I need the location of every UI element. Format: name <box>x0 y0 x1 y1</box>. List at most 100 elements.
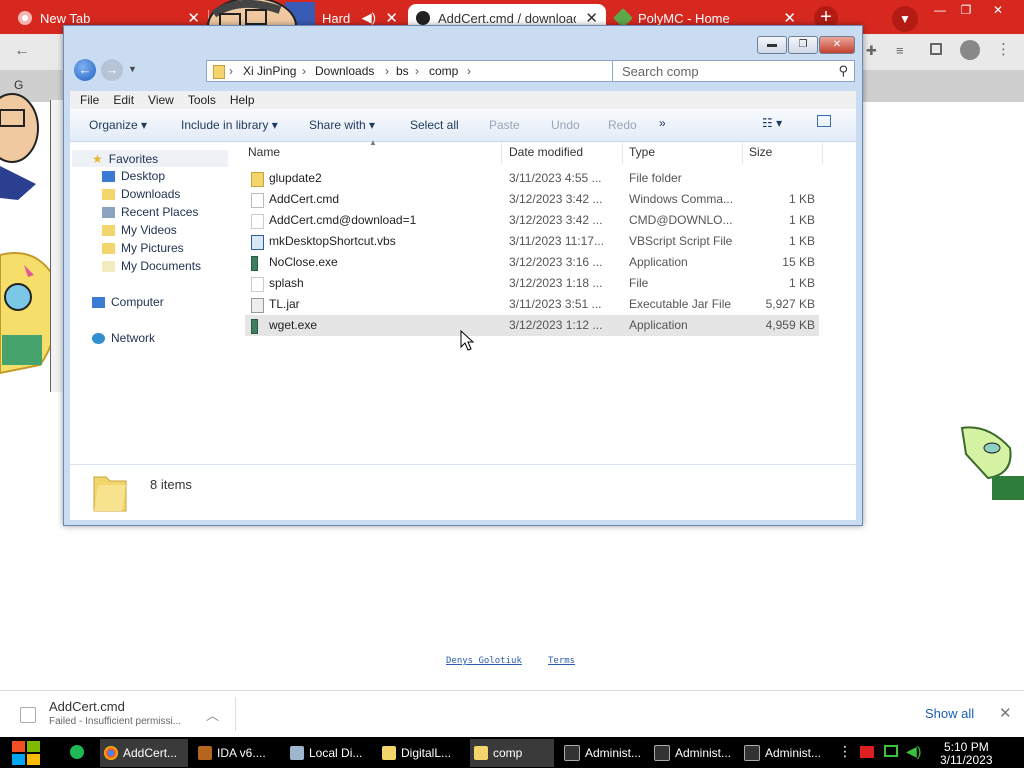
breadcrumb-item[interactable]: Xi JinPing <box>243 64 296 78</box>
search-input[interactable]: Search comp ⚲ <box>612 60 855 82</box>
include-in-library-button[interactable]: Include in library ▾ <box>181 118 278 132</box>
file-name: glupdate2 <box>269 171 322 185</box>
breadcrumb-item[interactable]: Downloads <box>315 64 374 78</box>
restore-icon[interactable]: ❐ <box>954 2 978 18</box>
network-tray-icon[interactable] <box>884 745 898 757</box>
column-type[interactable]: Type <box>623 142 743 164</box>
file-row[interactable]: wget.exe 3/12/2023 1:12 ... Application 4,9… <box>245 315 819 336</box>
file-row[interactable]: glupdate2 3/11/2023 4:55 ... File folder <box>245 168 819 189</box>
nav-desktop[interactable]: Desktop <box>102 169 165 183</box>
taskbar-item-comp[interactable]: comp <box>470 739 554 767</box>
menu-file[interactable]: File <box>80 91 99 109</box>
overflow-icon[interactable]: ⋮ <box>838 743 852 760</box>
network-icon <box>92 332 105 344</box>
redo-button[interactable]: Redo <box>608 118 637 132</box>
action-center-flag-icon[interactable] <box>860 746 874 758</box>
nav-my-videos[interactable]: My Videos <box>102 223 177 237</box>
download-filename[interactable]: AddCert.cmd <box>49 699 125 714</box>
side-panel-icon[interactable] <box>930 43 942 55</box>
menu-view[interactable]: View <box>148 91 174 109</box>
breadcrumb-item[interactable]: bs <box>396 64 409 78</box>
extensions-icon[interactable]: ✚ <box>866 43 877 59</box>
column-date-modified[interactable]: Date modified <box>503 142 623 164</box>
volume-icon[interactable]: ◀) <box>906 743 921 760</box>
file-row[interactable]: AddCert.cmd 3/12/2023 3:42 ... Windows Com… <box>245 189 819 210</box>
forward-button[interactable]: → <box>101 59 123 81</box>
nav-favorites[interactable]: ★ Favorites <box>92 152 158 166</box>
file-row[interactable]: splash 3/12/2023 1:18 ... File 1 KB <box>245 273 819 294</box>
file-date-modified: 3/12/2023 3:16 ... <box>509 255 603 269</box>
preview-pane-icon[interactable] <box>817 115 831 127</box>
maximize-button[interactable]: ❐ <box>788 36 818 54</box>
taskbar-item-local-disk[interactable]: Local Di... <box>286 739 374 767</box>
footer-author-link[interactable]: Denys Golotiuk <box>446 656 522 666</box>
share-with-label: Share with <box>309 118 366 132</box>
taskbar-item-cmd-2[interactable]: Administ... <box>650 739 738 767</box>
file-type: Windows Comma... <box>629 192 734 206</box>
clock-time[interactable]: 5:10 PM <box>944 740 989 754</box>
column-size[interactable]: Size <box>743 142 823 164</box>
taskbar-item-ida[interactable]: IDA v6.... <box>194 739 280 767</box>
close-window-icon[interactable]: ✕ <box>986 2 1010 18</box>
more-commands-button[interactable]: » <box>659 116 666 130</box>
content-area: ★ Favorites Desktop Downloads Recent Plac… <box>70 138 856 464</box>
menu-tools[interactable]: Tools <box>188 91 216 109</box>
taskbar-item-chrome[interactable]: AddCert... <box>100 739 188 767</box>
file-type: VBScript Script File <box>629 234 733 248</box>
media-icon[interactable]: ≡ <box>896 43 904 58</box>
recent-pages-dropdown[interactable]: ▼ <box>128 64 137 74</box>
change-view-icon[interactable]: ☷ ▾ <box>762 116 782 130</box>
clock-date[interactable]: 3/11/2023 <box>940 753 993 767</box>
file-name: NoClose.exe <box>269 255 338 269</box>
menu-edit[interactable]: Edit <box>113 91 134 109</box>
minimize-button[interactable]: ▬ <box>757 36 787 54</box>
pictures-icon <box>102 242 115 254</box>
file-type: CMD@DOWNLO... <box>629 213 733 227</box>
share-with-button[interactable]: Share with ▾ <box>309 118 375 132</box>
footer-terms-link[interactable]: Terms <box>548 656 575 666</box>
spotify-icon[interactable] <box>70 745 84 759</box>
tab-search-button[interactable]: ▼ <box>892 6 918 32</box>
chevron-up-icon[interactable]: ︿ <box>206 705 219 724</box>
file-row[interactable]: AddCert.cmd@download=1 3/12/2023 3:42 ...… <box>245 210 819 231</box>
star-icon: ★ <box>92 152 103 166</box>
profile-avatar[interactable] <box>960 40 980 60</box>
undo-button[interactable]: Undo <box>551 118 580 132</box>
file-row[interactable]: mkDesktopShortcut.vbs 3/11/2023 11:17... V… <box>245 231 819 252</box>
nav-computer[interactable]: Computer <box>92 295 164 309</box>
minimize-icon[interactable]: — <box>928 2 952 18</box>
address-bar[interactable]: › Xi JinPing › Downloads › bs › comp › ▼… <box>206 60 668 82</box>
nav-recent-places[interactable]: Recent Places <box>102 205 198 219</box>
taskbar-item-cmd-1[interactable]: Administ... <box>560 739 648 767</box>
nav-network[interactable]: Network <box>92 331 155 345</box>
file-type: Application <box>629 255 688 269</box>
include-library-label: Include in library <box>181 118 269 132</box>
paste-button[interactable]: Paste <box>489 118 520 132</box>
ida-icon <box>198 746 212 760</box>
chrome-icon <box>18 11 32 25</box>
kebab-menu-icon[interactable]: ⋮ <box>996 40 1011 58</box>
back-arrow-icon[interactable]: ← <box>14 42 30 60</box>
command-bar: Organize ▾ Include in library ▾ Share wi… <box>70 109 856 142</box>
start-button[interactable] <box>10 739 42 767</box>
nav-downloads[interactable]: Downloads <box>102 187 180 201</box>
breadcrumb-item[interactable]: comp <box>429 64 458 78</box>
file-row[interactable]: NoClose.exe 3/12/2023 3:16 ... Application… <box>245 252 819 273</box>
search-icon[interactable]: ⚲ <box>838 63 848 79</box>
show-all-button[interactable]: Show all <box>925 706 974 721</box>
videos-icon <box>102 224 115 236</box>
close-button[interactable]: ✕ <box>819 36 855 54</box>
menu-help[interactable]: Help <box>230 91 255 109</box>
explorer-window: ▬ ❐ ✕ ← → ▼ › Xi JinPing › Downloads › b… <box>63 25 863 526</box>
close-icon[interactable]: ✕ <box>999 704 1012 722</box>
column-name[interactable]: Name <box>242 142 502 164</box>
select-all-button[interactable]: Select all <box>410 118 459 132</box>
taskbar-item-cmd-3[interactable]: Administ... <box>740 739 828 767</box>
file-row[interactable]: TL.jar 3/11/2023 3:51 ... Executable Jar F… <box>245 294 819 315</box>
back-button[interactable]: ← <box>74 59 96 81</box>
taskbar-item-digitall[interactable]: DigitalL... <box>378 739 466 767</box>
file-date-modified: 3/12/2023 1:18 ... <box>509 276 603 290</box>
organize-button[interactable]: Organize ▾ <box>89 118 147 132</box>
nav-my-pictures[interactable]: My Pictures <box>102 241 184 255</box>
nav-my-documents[interactable]: My Documents <box>102 259 201 273</box>
